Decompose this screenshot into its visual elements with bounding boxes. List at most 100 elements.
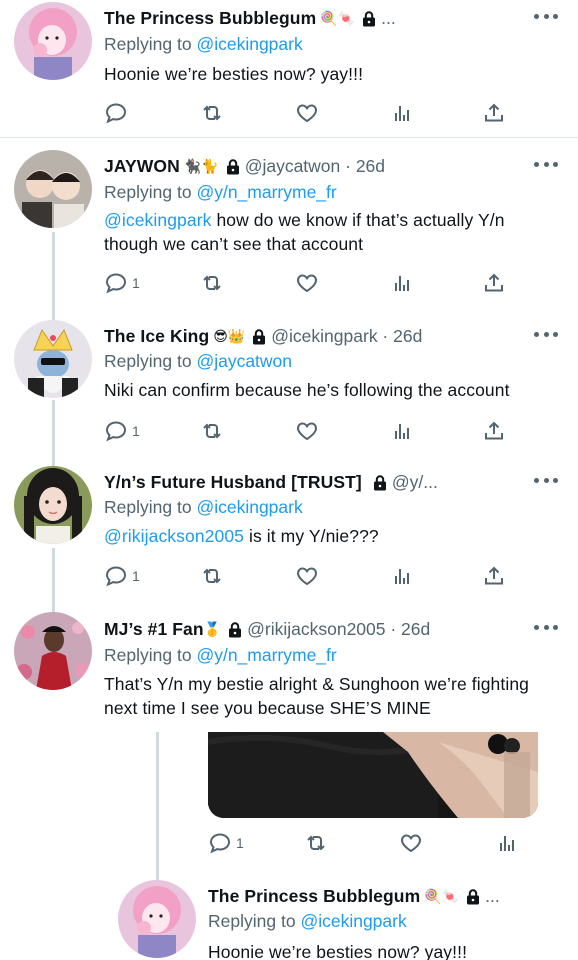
retweet-icon — [200, 419, 224, 443]
replying-to: Replying to @y/n_marryme_fr — [104, 645, 337, 665]
display-name[interactable]: Y/n’s Future Husband [TRUST] — [104, 470, 362, 494]
reply-count: 1 — [132, 275, 140, 291]
more-icon[interactable] — [534, 621, 558, 633]
share-button[interactable] — [482, 563, 506, 589]
name-emoji: 🐈‍⬛🐈 — [183, 158, 219, 174]
share-button[interactable] — [482, 418, 506, 444]
mention-link[interactable]: @rikijackson2005 — [104, 526, 244, 546]
tweet-media[interactable] — [208, 732, 538, 818]
retweet-icon — [304, 831, 328, 855]
share-icon — [482, 564, 506, 588]
more-icon[interactable] — [534, 474, 558, 486]
like-button[interactable] — [295, 563, 319, 589]
lock-icon — [466, 889, 480, 905]
handle[interactable]: @jaycatwon · 26d — [245, 154, 385, 178]
views-icon — [495, 831, 519, 855]
views-button[interactable] — [390, 270, 414, 296]
handle[interactable]: @y/... — [392, 470, 438, 494]
tweet-header: JAYWON 🐈‍⬛🐈 @jaycatwon · 26d — [104, 154, 385, 178]
tweet-text: That’s Y/n my bestie alright & Sunghoon … — [104, 674, 529, 718]
avatar[interactable] — [14, 2, 92, 80]
replying-to-link[interactable]: @jaycatwon — [196, 351, 292, 371]
handle[interactable]: @icekingpark · 26d — [271, 324, 422, 348]
share-button[interactable] — [482, 270, 506, 296]
reply-count: 1 — [132, 423, 140, 439]
views-button[interactable] — [390, 100, 414, 126]
handle[interactable]: ... — [381, 6, 396, 30]
retweet-button[interactable] — [200, 100, 224, 126]
retweet-button[interactable] — [200, 418, 224, 444]
display-name[interactable]: The Ice King — [104, 324, 209, 348]
display-name[interactable]: The Princess Bubblegum — [104, 6, 316, 30]
mention-link[interactable]: @icekingpark — [104, 210, 211, 230]
retweet-button[interactable] — [200, 563, 224, 589]
like-button[interactable] — [399, 830, 423, 856]
views-icon — [390, 101, 414, 125]
thread-line — [156, 732, 159, 882]
name-emoji: 🥇 — [203, 621, 222, 637]
reply-button[interactable]: 1 — [208, 830, 244, 856]
views-icon — [390, 564, 414, 588]
replying-to: Replying to @icekingpark — [104, 497, 303, 517]
more-icon[interactable] — [534, 158, 558, 170]
reply-icon — [104, 419, 128, 443]
replying-to-link[interactable]: @icekingpark — [196, 34, 302, 54]
display-name[interactable]: JAYWON — [104, 154, 180, 178]
more-icon[interactable] — [534, 10, 558, 22]
reply-icon — [208, 831, 232, 855]
tweet-actions: 1 — [104, 418, 514, 444]
tweet-text: Hoonie we’re besties now? yay!!! — [208, 942, 468, 960]
reply-count: 1 — [236, 835, 244, 851]
name-emoji: 🍭🍬 — [320, 10, 356, 26]
like-button[interactable] — [295, 100, 319, 126]
avatar[interactable] — [14, 150, 92, 228]
replying-to-link[interactable]: @icekingpark — [196, 497, 302, 517]
retweet-icon — [200, 101, 224, 125]
tweet-text: Hoonie we’re besties now? yay!!! — [104, 64, 364, 84]
avatar[interactable] — [14, 466, 92, 544]
reply-button[interactable]: 1 — [104, 270, 140, 296]
heart-icon — [295, 564, 319, 588]
like-button[interactable] — [295, 418, 319, 444]
share-icon — [482, 271, 506, 295]
views-button[interactable] — [390, 563, 414, 589]
share-button[interactable] — [482, 100, 506, 126]
replying-to-link[interactable]: @y/n_marryme_fr — [196, 182, 336, 202]
display-name[interactable]: MJ’s #1 Fan — [104, 617, 204, 641]
tweet-header: MJ’s #1 Fan 🥇 @rikijackson2005 · 26d — [104, 617, 430, 641]
retweet-button[interactable] — [304, 830, 328, 856]
heart-icon — [295, 101, 319, 125]
tweet-text: @rikijackson2005 is it my Y/nie??? — [104, 526, 379, 546]
replying-to-link[interactable]: @icekingpark — [300, 911, 406, 931]
handle[interactable]: ... — [485, 884, 500, 908]
reply-button[interactable]: 1 — [104, 563, 140, 589]
name-emoji: 🍭🍬 — [424, 888, 460, 904]
views-button[interactable] — [495, 830, 519, 856]
replying-to-link[interactable]: @y/n_marryme_fr — [196, 645, 336, 665]
avatar[interactable] — [118, 880, 196, 958]
avatar[interactable] — [14, 320, 92, 398]
tweet-header: The Ice King 😎👑 @icekingpark · 26d — [104, 324, 422, 348]
tweet-actions: 1 — [208, 830, 528, 856]
tweet-actions: 1 — [104, 270, 514, 296]
reply-button[interactable]: 1 — [104, 418, 140, 444]
views-button[interactable] — [390, 418, 414, 444]
heart-icon — [295, 271, 319, 295]
display-name[interactable]: The Princess Bubblegum — [208, 884, 420, 908]
reply-button[interactable] — [104, 100, 128, 126]
tweet-text: @icekingpark how do we know if that’s ac… — [104, 210, 505, 254]
share-icon — [482, 419, 506, 443]
share-icon — [482, 101, 506, 125]
name-emoji: 😎👑 — [213, 328, 246, 344]
handle[interactable]: @rikijackson2005 · 26d — [247, 617, 430, 641]
more-icon[interactable] — [534, 328, 558, 340]
retweet-button[interactable] — [200, 270, 224, 296]
thread-line — [52, 232, 55, 320]
avatar[interactable] — [14, 612, 92, 690]
thread-line — [52, 400, 55, 466]
like-button[interactable] — [295, 270, 319, 296]
divider — [0, 137, 578, 138]
retweet-icon — [200, 271, 224, 295]
reply-icon — [104, 564, 128, 588]
tweet-header: The Princess Bubblegum 🍭🍬 ... — [104, 6, 396, 30]
